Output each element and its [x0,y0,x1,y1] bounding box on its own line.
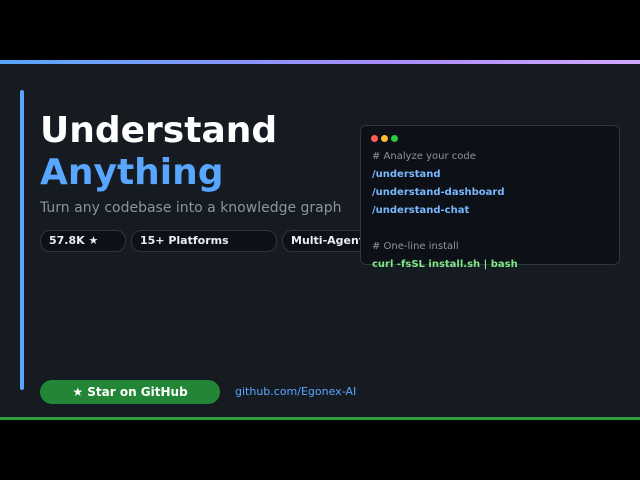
window-maximize-dot [391,135,398,142]
hero-subtitle: Turn any codebase into a knowledge graph [40,200,342,216]
code-command-chat: /understand-chat [372,205,470,216]
hero-title-line2: Anything [40,152,224,193]
bottom-accent-line [0,417,640,420]
star-on-github-button[interactable]: ★ Star on GitHub [40,380,220,404]
platforms-badge: 15+ Platforms [131,230,277,252]
hero-title-line1: Understand [40,110,278,151]
hero-title: Understand Anything [40,110,277,194]
top-gradient-bar [0,60,640,64]
code-command-understand: /understand [372,169,441,180]
github-repo-link[interactable]: github.com/Egonex-AI [235,385,356,398]
stars-badge: 57.8K ★ [40,230,126,252]
code-comment-analyze: # Analyze your code [372,151,476,162]
window-minimize-dot [381,135,388,142]
code-command-dashboard: /understand-dashboard [372,187,505,198]
code-comment-install: # One-line install [372,241,459,252]
window-close-dot [371,135,378,142]
left-accent-bar [20,90,24,390]
code-install-command: curl -fsSL install.sh | bash [372,259,518,270]
hero-banner: Understand Anything Turn any codebase in… [0,60,640,420]
code-window: # Analyze your code /understand /underst… [360,125,620,270]
